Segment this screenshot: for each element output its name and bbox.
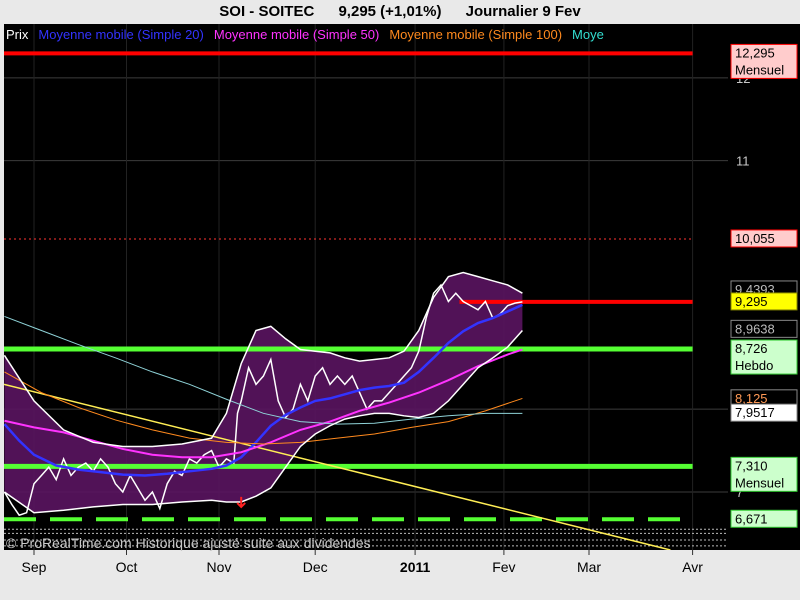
x-axis: Sep Oct Nov Dec 2011 Fev Mar Avr: [0, 550, 800, 600]
x-tick-label-6: Mar: [577, 559, 601, 575]
copyright-note: © ProRealTime.com Historique ajusté suit…: [6, 535, 371, 551]
price-tag-5: 8,726 Hebdo: [730, 339, 798, 375]
price-tag-0: 12,295 Mensuel: [730, 43, 798, 79]
price-tag-value: 12,295: [735, 45, 775, 60]
legend-item-0: Prix: [6, 27, 29, 42]
price-tag-1: 10,055: [730, 229, 798, 248]
price-tag-7: 7,9517: [730, 403, 798, 422]
price-tag-value: 10,055: [735, 231, 775, 246]
x-tick-label-3: Dec: [303, 559, 328, 575]
x-tick-label-5: Fev: [492, 559, 515, 575]
price-tag-4: 8,9638: [730, 319, 798, 338]
price-tag-sub: Mensuel: [735, 475, 784, 490]
price-chart: Prix Moyenne mobile (Simple 20) Moyenne mo…: [0, 24, 800, 600]
legend: Prix Moyenne mobile (Simple 20) Moyenne mo…: [6, 27, 604, 42]
x-axis-bg: [0, 550, 800, 600]
price-tag-3: 9,295: [730, 292, 798, 311]
legend-item-3: Moyenne mobile (Simple 100): [389, 27, 562, 42]
x-tick-label-2: Nov: [207, 559, 232, 575]
legend-item-2: Moyenne mobile (Simple 50): [214, 27, 379, 42]
price-tag-9: 6,671: [730, 509, 798, 528]
price-tag-value: 8,125: [735, 391, 768, 406]
y-tick-label-1: 11: [736, 154, 750, 169]
price-tag-value: 9,295: [735, 294, 768, 309]
x-tick-label-1: Oct: [116, 559, 138, 575]
legend-item-4: Moye: [572, 27, 604, 42]
price-tag-value: 6,671: [735, 511, 768, 526]
price-tag-value: 8,726: [735, 341, 768, 356]
legend-item-1: Moyenne mobile (Simple 20): [38, 27, 203, 42]
price-tag-sub: Hebdo: [735, 358, 773, 373]
price-tag-sub: Mensuel: [735, 62, 784, 77]
price-tag-value: 8,9638: [735, 321, 775, 336]
price-tag-value: 7,310: [735, 458, 768, 473]
x-tick-label-0: Sep: [22, 559, 47, 575]
x-tick-label-7: Avr: [682, 559, 703, 575]
price-tag-value: 7,9517: [735, 405, 775, 420]
price-tag-8: 7,310 Mensuel: [730, 456, 798, 492]
x-tick-label-4: 2011: [400, 559, 431, 575]
